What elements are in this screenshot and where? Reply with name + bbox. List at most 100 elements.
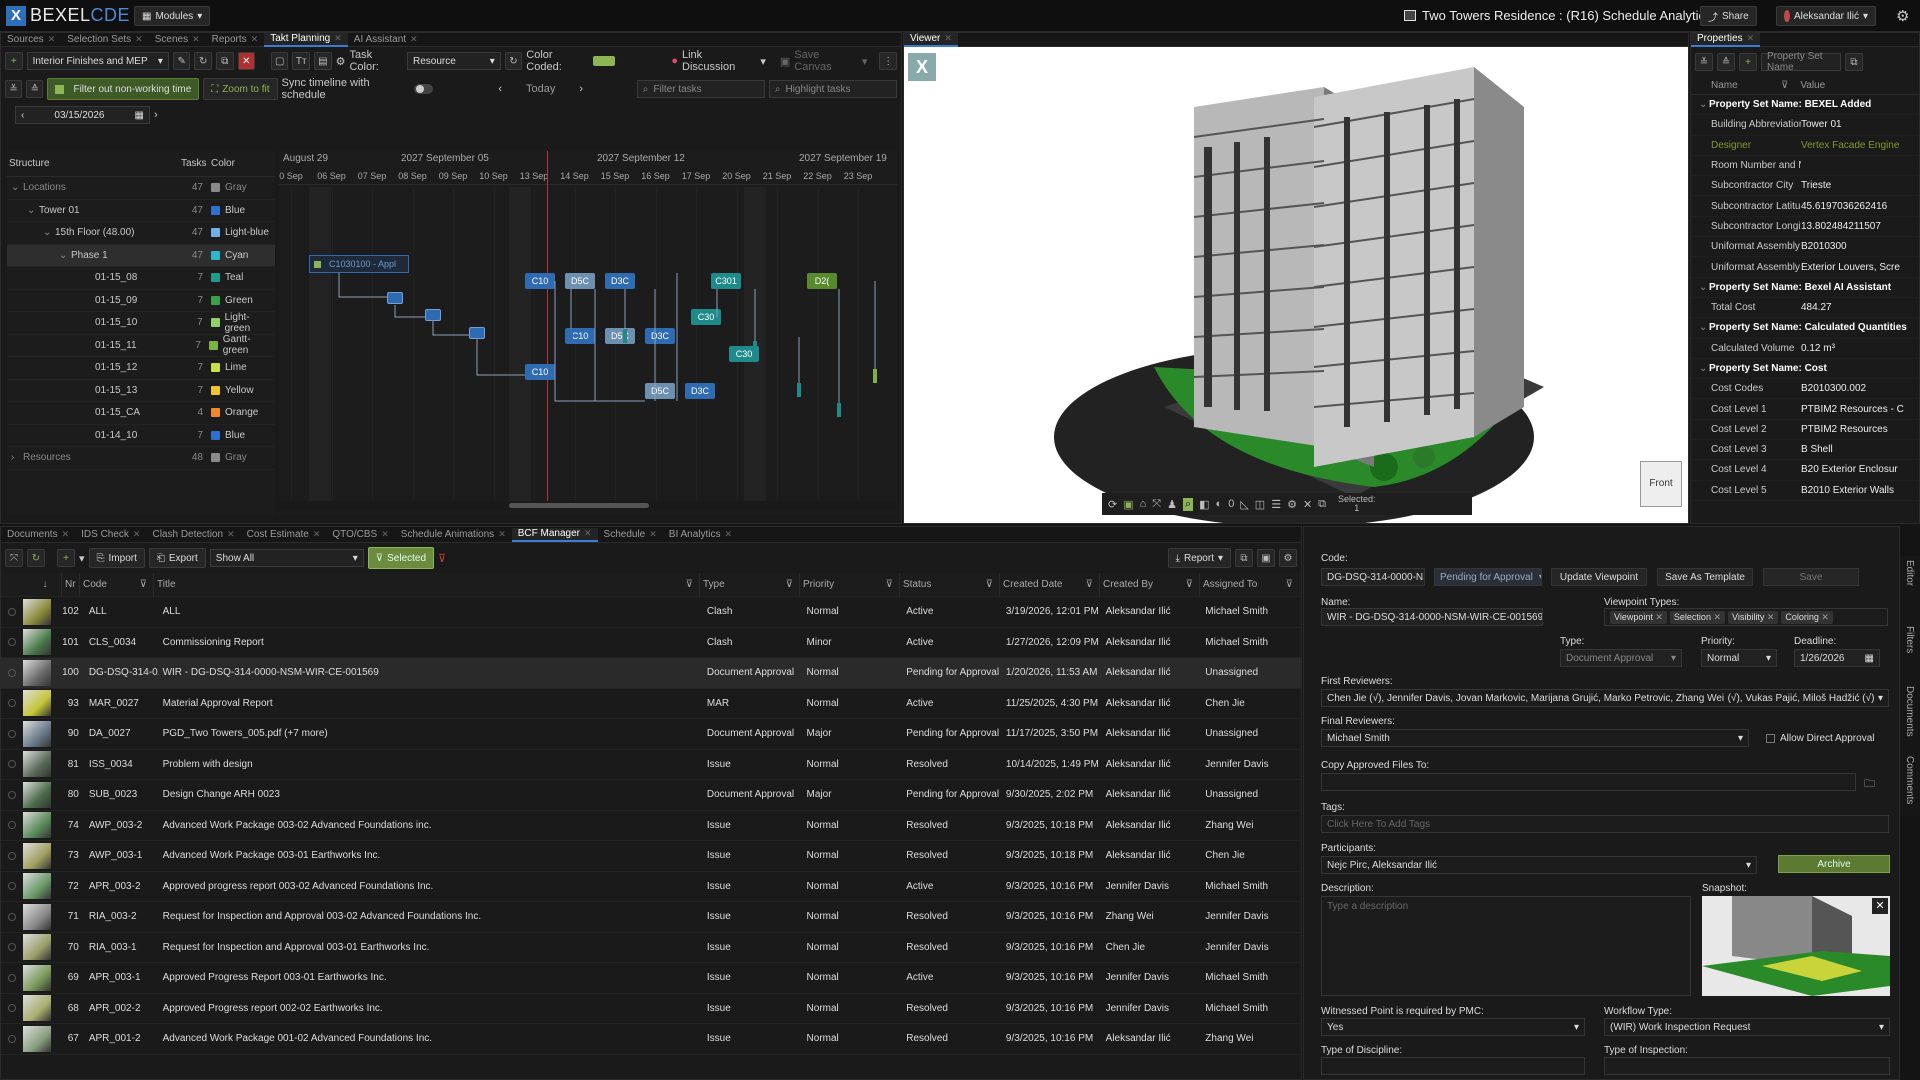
refresh-icon[interactable]: ↻ xyxy=(504,52,523,70)
property-row[interactable]: Calculated Volume 0.12 m³ xyxy=(1691,339,1919,359)
property-row[interactable]: Cost Level 2 PTBIM2 Resources xyxy=(1691,420,1919,441)
next-icon[interactable]: › xyxy=(579,83,583,95)
tree-row[interactable]: ⌄ 15th Floor (48.00) 47 Light-blue xyxy=(7,222,275,245)
tree-row[interactable]: 01-14_10 7 Blue xyxy=(7,425,275,447)
property-row[interactable]: Subcontractor City Trieste xyxy=(1691,176,1919,197)
tab-ai-assistant[interactable]: AI Assistant ✕ xyxy=(348,33,424,47)
property-row[interactable]: Cost Level 3 B Shell xyxy=(1691,440,1919,461)
side-tab-editor[interactable]: Editor xyxy=(1904,560,1915,586)
share-button[interactable]: ⤴ Share xyxy=(1700,6,1757,26)
folder-icon[interactable]: 🗀 xyxy=(1864,775,1875,794)
add-icon[interactable]: + xyxy=(1739,53,1757,71)
row-radio[interactable] xyxy=(8,790,16,799)
close-icon[interactable]: ✕ xyxy=(1764,612,1775,622)
clear-filter-icon[interactable]: ⊽ xyxy=(438,552,446,565)
close-icon[interactable]: ✕ xyxy=(944,33,952,44)
tab-sources[interactable]: Sources ✕ xyxy=(1,33,61,47)
close-icon[interactable]: ✕ xyxy=(1711,612,1721,622)
tab-cost-estimate[interactable]: Cost Estimate ✕ xyxy=(241,528,327,542)
row-radio[interactable] xyxy=(8,943,16,952)
tree-row[interactable]: 01-15_13 7 Yellow xyxy=(7,380,275,402)
chevron-down-icon[interactable]: ⌄ xyxy=(1691,282,1707,293)
copy-icon[interactable]: ⧉ xyxy=(216,52,234,70)
sync-toggle[interactable] xyxy=(414,84,434,94)
edit-icon[interactable]: ✎ xyxy=(172,52,191,70)
report-button[interactable]: ⤓ Report ▾ xyxy=(1167,548,1231,568)
property-row[interactable]: ⌄ Property Set Name: Bexel AI Assistant xyxy=(1691,278,1919,298)
row-radio[interactable] xyxy=(8,607,16,616)
prev-icon[interactable]: ‹ xyxy=(498,83,502,95)
table-row[interactable]: 69 APR_003-1 Approved Progress Report 003-… xyxy=(1,963,1301,994)
filter-icon[interactable]: ⊽ xyxy=(1781,80,1788,91)
property-search-input[interactable]: Property Set Name xyxy=(1761,51,1841,73)
table-row[interactable]: 70 RIA_003-1 Request for Inspection and Ap… xyxy=(1,933,1301,963)
tree-row[interactable]: 01-15_08 7 Teal xyxy=(7,267,275,290)
table-row[interactable]: 100 DG-DSQ-314-0... WIR - DG-DSQ-314-0000-… xyxy=(1,658,1301,689)
copy-icon[interactable]: ⧉ xyxy=(1235,549,1253,567)
participants-field[interactable]: Nejc Pirc, Aleksandar Ilić ▾ xyxy=(1321,856,1757,874)
final-reviewers-field[interactable]: Michael Smith ▾ xyxy=(1321,729,1749,747)
filter-tasks-input[interactable]: ⌕ Filter tasks xyxy=(636,80,765,98)
close-icon[interactable]: ✕ xyxy=(135,34,143,45)
table-row[interactable]: 67 APR_001-2 Advanced Work Package 001-02 … xyxy=(1,1024,1301,1055)
home-icon[interactable]: ⌂ xyxy=(1140,498,1147,510)
add-icon[interactable]: + xyxy=(5,52,23,70)
property-row[interactable]: ⌄ Property Set Name: Cost xyxy=(1691,359,1919,380)
row-radio[interactable] xyxy=(8,821,16,830)
color-swatch[interactable] xyxy=(211,183,220,193)
copy-files-field[interactable] xyxy=(1321,773,1856,791)
property-row[interactable]: ⌄ Property Set Name: Calculated Quantitie… xyxy=(1691,318,1919,339)
color-swatch[interactable] xyxy=(208,340,218,350)
tree-row[interactable]: 01-15_09 7 Green xyxy=(7,290,275,312)
table-row[interactable]: 72 APR_003-2 Approved progress report 003-… xyxy=(1,872,1301,902)
color-swatch[interactable] xyxy=(210,318,220,328)
sort-icon[interactable]: ↓ xyxy=(29,579,61,590)
highlight-tasks-input[interactable]: ⌕ Highlight tasks xyxy=(768,80,897,98)
refresh-icon[interactable]: ↻ xyxy=(194,52,213,70)
user-menu[interactable]: Aleksandar Ilić ▾ xyxy=(1776,6,1876,26)
row-radio[interactable] xyxy=(8,973,16,982)
table-row[interactable]: 93 MAR_0027 Material Approval Report MAR Nor… xyxy=(1,689,1301,719)
tree-row[interactable]: ⌄ Phase 1 47 Cyan xyxy=(7,244,275,267)
column-header[interactable]: Priority ⊽ xyxy=(799,572,899,597)
property-row[interactable]: Total Cost 484.27 xyxy=(1691,298,1919,319)
viewpoint-types-field[interactable]: Viewpoint ✕ Selection ✕ Visibility ✕ Colori… xyxy=(1604,608,1888,626)
column-header[interactable]: Status ⊽ xyxy=(899,572,999,597)
row-radio[interactable] xyxy=(8,729,16,738)
filter-icon[interactable]: ⊽ xyxy=(886,579,893,590)
close-icon[interactable]: ✕ xyxy=(334,33,342,44)
color-swatch[interactable] xyxy=(211,273,220,283)
tab-schedule[interactable]: Schedule ✕ xyxy=(598,528,663,542)
close-icon[interactable]: ✕ xyxy=(381,529,389,540)
tab-selection-sets[interactable]: Selection Sets ✕ xyxy=(61,33,148,47)
color-swatch[interactable] xyxy=(211,363,220,373)
zoom-icon[interactable]: ⌕ xyxy=(1182,497,1194,511)
tab-viewer[interactable]: Viewer ✕ xyxy=(904,32,958,47)
expand-icon[interactable]: ✕ xyxy=(1303,498,1312,511)
tab-documents[interactable]: Documents ✕ xyxy=(1,528,75,542)
section-icon[interactable]: ◧ xyxy=(1199,498,1209,511)
close-icon[interactable]: ✕ xyxy=(1653,612,1663,622)
row-radio[interactable] xyxy=(8,760,16,769)
table-row[interactable]: 102 ALL ALL Clash Normal Active 3/19/2026, 12:… xyxy=(1,597,1301,628)
chevron-icon[interactable]: ⌄ xyxy=(59,250,71,261)
task-color-select[interactable]: Resource ▾ xyxy=(407,52,501,70)
date-picker[interactable]: ‹ 03/15/2026 ▦ xyxy=(15,106,150,124)
export-button[interactable]: ⎗ Export xyxy=(148,548,206,568)
walk-icon[interactable]: ♟ xyxy=(1167,498,1177,511)
expand-all-icon[interactable]: ≙ xyxy=(26,80,44,98)
inspection-select[interactable] xyxy=(1604,1057,1890,1075)
column-header[interactable]: Type ⊽ xyxy=(699,572,799,597)
filter-icon[interactable]: ⊽ xyxy=(1286,579,1293,590)
tab-qto-cbs[interactable]: QTO/CBS ✕ xyxy=(326,528,394,542)
today-button[interactable]: Today xyxy=(526,83,555,95)
scope-select[interactable]: Interior Finishes and MEP ▾ xyxy=(26,52,169,70)
column-header[interactable]: Created Date ⊽ xyxy=(999,572,1099,597)
close-icon[interactable]: ✕ xyxy=(410,34,418,45)
table-row[interactable]: 71 RIA_003-2 Request for Inspection and Ap… xyxy=(1,902,1301,933)
save-icon[interactable]: ▣ xyxy=(1257,549,1275,567)
discipline-select[interactable] xyxy=(1321,1057,1585,1075)
table-row[interactable]: 101 CLS_0034 Commissioning Report Clash Mino… xyxy=(1,628,1301,658)
visibility-icon[interactable]: ◐ xyxy=(1216,498,1223,510)
close-icon[interactable]: ✕ xyxy=(227,529,235,540)
